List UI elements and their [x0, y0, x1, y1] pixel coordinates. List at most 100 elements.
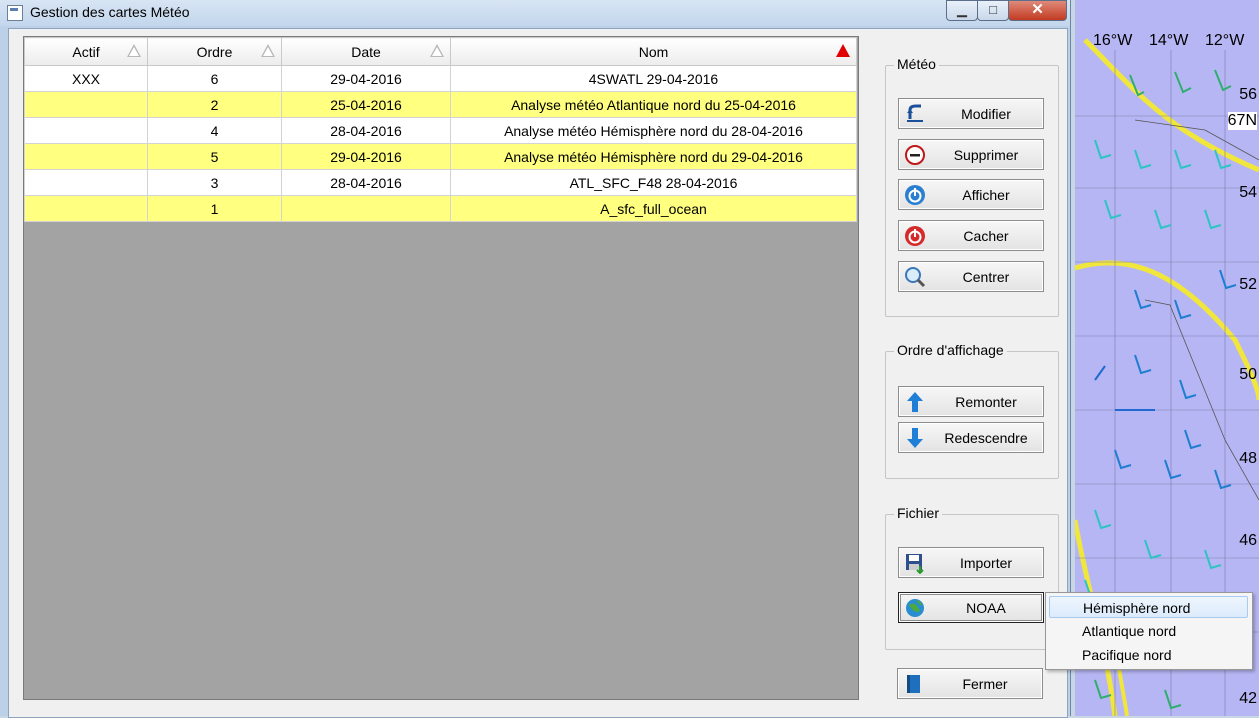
edit-arrow-icon — [907, 104, 923, 122]
modifier-button[interactable]: Modifier — [898, 98, 1044, 129]
column-label: Actif — [72, 43, 100, 60]
cell-actif: XXX — [24, 65, 148, 92]
minimize-button[interactable]: ▁ — [946, 0, 978, 21]
isobar-line — [1075, 260, 1259, 401]
latitude-label: 50 — [1239, 366, 1257, 383]
cell-ordre: 6 — [147, 65, 282, 92]
redescendre-label: Redescendre — [944, 430, 1028, 446]
column-label: Nom — [638, 43, 669, 60]
latitude-label: 56 — [1239, 86, 1257, 103]
cell-actif — [24, 195, 148, 222]
cell-ordre: 2 — [147, 91, 282, 118]
latitude-label: 52 — [1239, 276, 1257, 293]
menu-item-pacifique-nord[interactable]: Pacifique nord — [1049, 644, 1248, 666]
noaa-button[interactable]: NOAA — [898, 592, 1044, 623]
menu-item-label: Hémisphère nord — [1083, 600, 1191, 616]
cell-ordre: 4 — [147, 117, 282, 144]
sort-triangle-icon — [430, 44, 444, 57]
cacher-button[interactable]: Cacher — [898, 220, 1044, 251]
column-label: Ordre — [196, 43, 233, 60]
sort-triangle-icon — [127, 44, 141, 57]
remonter-button[interactable]: Remonter — [898, 386, 1044, 417]
cell-nom: 4SWATL 29-04-2016 — [450, 65, 857, 92]
table-row[interactable]: 5 29-04-2016 Analyse météo Hémisphère no… — [24, 143, 857, 170]
latitude-label: 48 — [1239, 450, 1257, 467]
menu-item-label: Pacifique nord — [1082, 647, 1172, 663]
importer-button[interactable]: Importer — [898, 547, 1044, 578]
group-fichier: Fichier Importer NOAA — [885, 505, 1059, 650]
noaa-dropdown-menu: Hémisphère nord Atlantique nord Pacifiqu… — [1045, 592, 1253, 670]
longitude-label: 12°W — [1205, 32, 1245, 49]
menu-item-hemisphere-nord[interactable]: Hémisphère nord — [1049, 596, 1248, 618]
cell-nom: Analyse météo Hémisphère nord du 28-04-2… — [450, 117, 857, 144]
floppy-import-icon — [906, 554, 924, 574]
modifier-label: Modifier — [961, 106, 1011, 122]
cell-date: 29-04-2016 — [281, 143, 451, 170]
centrer-button[interactable]: Centrer — [898, 261, 1044, 292]
column-header-nom[interactable]: Nom — [450, 37, 857, 66]
table-header-row: Actif Ordre Date Nom — [24, 37, 857, 66]
table-row[interactable]: 2 25-04-2016 Analyse météo Atlantique no… — [24, 91, 857, 118]
cell-actif — [24, 91, 148, 118]
weather-maps-dialog: Gestion des cartes Météo ▁ □ ✕ Actif Ord… — [0, 0, 1071, 718]
menu-item-label: Atlantique nord — [1082, 623, 1177, 639]
column-header-ordre[interactable]: Ordre — [147, 37, 282, 66]
column-label: Date — [351, 43, 381, 60]
afficher-button[interactable]: Afficher — [898, 179, 1044, 210]
cell-nom: A_sfc_full_ocean — [450, 195, 857, 222]
book-icon — [907, 675, 920, 693]
dialog-client-area: Actif Ordre Date Nom XXX 6 29-04-2016 4S… — [8, 28, 1068, 718]
close-window-button[interactable]: ✕ — [1008, 0, 1067, 21]
cell-ordre: 5 — [147, 143, 282, 170]
longitude-label: 16°W — [1093, 32, 1133, 49]
table-row[interactable]: 4 28-04-2016 Analyse météo Hémisphère no… — [24, 117, 857, 144]
centrer-label: Centrer — [962, 269, 1010, 285]
cell-ordre: 3 — [147, 169, 282, 196]
cell-actif — [24, 117, 148, 144]
menu-item-atlantique-nord[interactable]: Atlantique nord — [1049, 620, 1248, 642]
group-label-fichier: Fichier — [894, 505, 943, 521]
maximize-button[interactable]: □ — [977, 0, 1009, 21]
noaa-label: NOAA — [966, 600, 1006, 616]
cell-date: 28-04-2016 — [281, 117, 451, 144]
latitude-label: 46 — [1239, 532, 1257, 549]
power-red-icon — [905, 226, 925, 246]
sort-triangle-icon — [261, 44, 275, 57]
cell-date: 28-04-2016 — [281, 169, 451, 196]
magnifier-icon — [905, 267, 926, 288]
afficher-label: Afficher — [962, 187, 1010, 203]
cell-date: 29-04-2016 — [281, 65, 451, 92]
globe-icon — [906, 599, 924, 617]
fermer-button[interactable]: Fermer — [897, 668, 1043, 699]
table-row[interactable]: 3 28-04-2016 ATL_SFC_F48 28-04-2016 — [24, 169, 857, 196]
cell-date: 25-04-2016 — [281, 91, 451, 118]
group-label-ordre: Ordre d'affichage — [894, 342, 1007, 358]
cell-nom: Analyse météo Atlantique nord du 25-04-2… — [450, 91, 857, 118]
group-ordre-affichage: Ordre d'affichage Remonter Redescendre — [885, 342, 1059, 479]
latitude-label: 42 — [1239, 690, 1257, 707]
table-row[interactable]: XXX 6 29-04-2016 4SWATL 29-04-2016 — [24, 65, 857, 92]
group-label-meteo: Météo — [894, 56, 939, 72]
longitude-label: 14°W — [1149, 32, 1189, 49]
redescendre-button[interactable]: Redescendre — [898, 422, 1044, 453]
table-row[interactable]: 1 A_sfc_full_ocean — [24, 195, 857, 222]
minus-circle-icon — [905, 145, 925, 165]
importer-label: Importer — [959, 555, 1013, 571]
supprimer-label: Supprimer — [953, 147, 1019, 163]
cell-ordre: 1 — [147, 195, 282, 222]
fermer-label: Fermer — [962, 676, 1008, 692]
supprimer-button[interactable]: Supprimer — [898, 139, 1044, 170]
power-blue-icon — [905, 185, 925, 205]
cell-actif — [24, 143, 148, 170]
latitude-label: 54 — [1239, 184, 1257, 201]
arrow-down-icon — [907, 428, 923, 448]
weather-maps-table[interactable]: Actif Ordre Date Nom XXX 6 29-04-2016 4S… — [23, 36, 859, 700]
arrow-up-icon — [907, 392, 923, 412]
title-bar[interactable]: Gestion des cartes Météo ▁ □ ✕ — [0, 0, 1070, 26]
sort-active-triangle-icon — [836, 44, 850, 57]
cell-nom: Analyse météo Hémisphère nord du 29-04-2… — [450, 143, 857, 170]
window-title: Gestion des cartes Météo — [30, 4, 190, 20]
column-header-date[interactable]: Date — [281, 37, 451, 66]
column-header-actif[interactable]: Actif — [24, 37, 148, 66]
isobar-line — [1083, 38, 1259, 173]
